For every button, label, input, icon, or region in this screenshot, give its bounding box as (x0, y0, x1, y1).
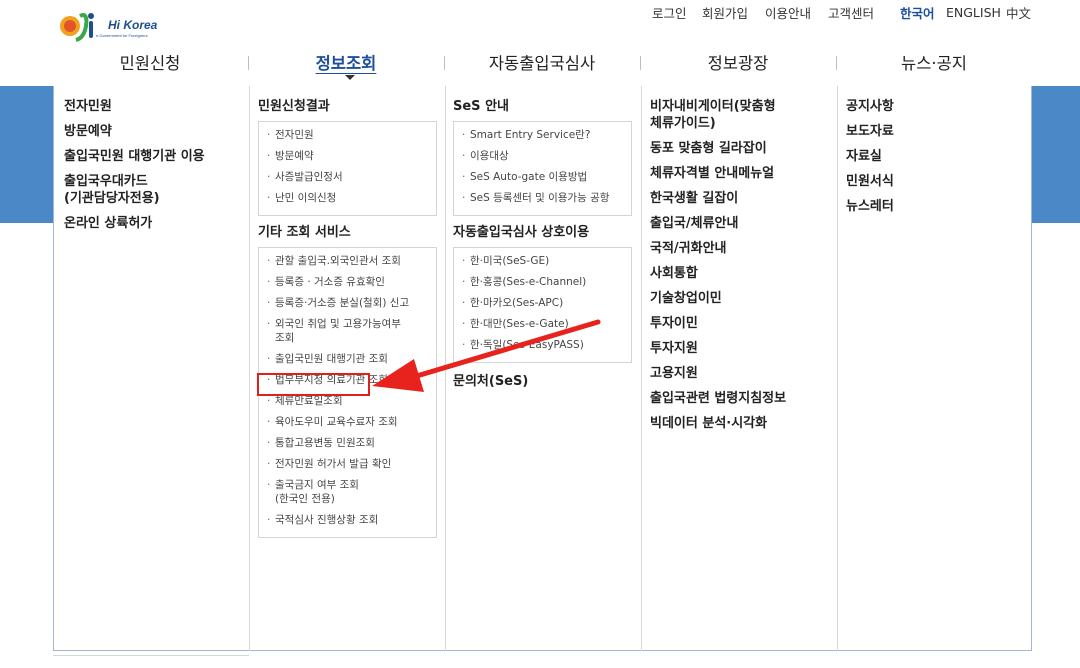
page-root: Hi Korea e-Government for Foreigners 로그인… (0, 0, 1080, 668)
annotation-arrow-icon (372, 319, 601, 392)
